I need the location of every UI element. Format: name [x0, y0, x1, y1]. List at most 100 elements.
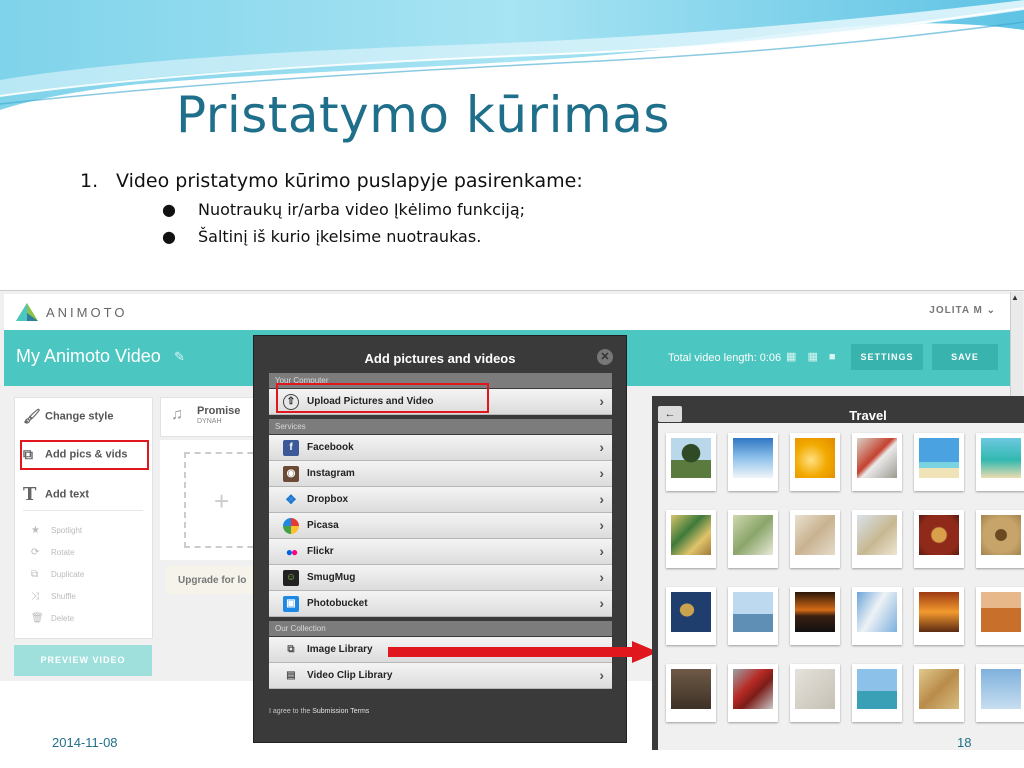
- thumb-sea-sunset[interactable]: [914, 587, 964, 645]
- thumb-desert[interactable]: [976, 587, 1024, 645]
- spotlight-button[interactable]: ★ Spotlight: [31, 525, 82, 536]
- user-menu[interactable]: JOLITA M ⌄: [929, 305, 996, 316]
- footer-date: 2014-11-08: [52, 735, 118, 750]
- chevron-right-icon: ›: [599, 543, 604, 559]
- thumb-sails[interactable]: [852, 587, 902, 645]
- rotate-icon: ⟳: [31, 547, 40, 558]
- video-clip-library-row[interactable]: ▤ Video Clip Library ›: [269, 663, 612, 689]
- service-row-instagram[interactable]: ◉ Instagram ›: [269, 461, 612, 487]
- bullet-dot-icon: ●: [162, 200, 176, 219]
- thumb-plane-sunset[interactable]: [790, 433, 840, 491]
- thumb-red-train[interactable]: [728, 664, 778, 722]
- service-row-flickr[interactable]: ●● Flickr ›: [269, 539, 612, 565]
- thumb-sailboat[interactable]: [728, 587, 778, 645]
- section-services: Services: [269, 419, 612, 434]
- instagram-icon: ◉: [283, 466, 299, 482]
- smugmug-icon: ☺: [283, 570, 299, 586]
- dropbox-icon: ❖: [285, 492, 297, 507]
- star-icon: ★: [31, 525, 40, 536]
- video-title[interactable]: My Animoto Video: [16, 346, 161, 367]
- trash-icon: 🗑: [31, 613, 44, 624]
- red-arrow-icon: [388, 641, 658, 663]
- chevron-right-icon: ›: [599, 393, 604, 409]
- animoto-logo-text: ANIMOTO: [46, 305, 128, 320]
- thumb-compass[interactable]: [976, 510, 1024, 568]
- thumb-ornate[interactable]: [914, 510, 964, 568]
- thumb-old-map[interactable]: [914, 664, 964, 722]
- service-row-smugmug[interactable]: ☺ SmugMug ›: [269, 565, 612, 591]
- chevron-right-icon: ›: [599, 569, 604, 585]
- thumb-airplane-map[interactable]: [790, 664, 840, 722]
- chevron-right-icon: ›: [599, 491, 604, 507]
- divider: [23, 510, 143, 511]
- sub-bullet-text: Nuotraukų ir/arba video Įkėlimo funkciją…: [198, 200, 526, 219]
- chevron-right-icon: ›: [599, 439, 604, 455]
- change-style-button[interactable]: 🖌 Change style: [23, 408, 113, 425]
- thumb-world-map[interactable]: [666, 587, 716, 645]
- thumb-road-sunset[interactable]: [790, 587, 840, 645]
- travel-title: Travel: [849, 408, 887, 423]
- settings-button[interactable]: SETTINGS: [851, 344, 923, 370]
- add-text-button[interactable]: T Add text: [23, 484, 89, 505]
- thumb-tree[interactable]: [666, 433, 716, 491]
- rotate-button[interactable]: ⟳ Rotate: [31, 547, 75, 558]
- sub-bullet: ● Šaltinį iš kurio įkelsime nuotraukas.: [162, 227, 481, 246]
- upgrade-banner[interactable]: Upgrade for lo: [166, 566, 258, 594]
- shuffle-button[interactable]: ⤨ Shuffle: [31, 591, 76, 602]
- bullet-dot-icon: ●: [162, 227, 176, 246]
- submission-terms-link[interactable]: Submission Terms: [312, 708, 369, 715]
- picasa-icon: [283, 518, 299, 534]
- add-pics-highlight-box: [20, 440, 149, 470]
- video-length: Total video length: 0:06: [668, 352, 782, 364]
- item-text: Video pristatymo kūrimo puslapyje pasire…: [116, 170, 583, 192]
- animoto-logo-icon: [16, 303, 38, 321]
- thumb-lagoon[interactable]: [976, 433, 1024, 491]
- chevron-right-icon: ›: [599, 517, 604, 533]
- service-row-dropbox[interactable]: ❖ Dropbox ›: [269, 487, 612, 513]
- sub-bullet: ● Nuotraukų ir/arba video Įkėlimo funkcij…: [162, 200, 525, 219]
- thumb-map-rings[interactable]: [852, 510, 902, 568]
- thumb-train-station[interactable]: [852, 433, 902, 491]
- section-our-collection: Our Collection: [269, 621, 612, 636]
- song-name: Promise: [197, 405, 241, 417]
- save-button[interactable]: SAVE: [932, 344, 998, 370]
- slide-title: Pristatymo kūrimas: [176, 86, 670, 144]
- thumb-map-pin[interactable]: [728, 510, 778, 568]
- view-toggle-icons[interactable]: ▦ ▦ ■: [786, 350, 840, 363]
- flickr-icon: ●●: [285, 545, 299, 559]
- service-row-facebook[interactable]: f Facebook ›: [269, 435, 612, 461]
- travel-image-grid: [658, 423, 1024, 750]
- song-card[interactable]: ♫ Promise DYNAH: [160, 397, 254, 437]
- item-number: 1.: [80, 170, 99, 192]
- thumb-map-tools[interactable]: [790, 510, 840, 568]
- terms-text: I agree to the Submission Terms: [269, 708, 370, 715]
- modal-title: Add pictures and videos: [364, 351, 516, 366]
- brush-icon: 🖌: [23, 408, 41, 424]
- close-icon[interactable]: ✕: [597, 349, 613, 365]
- preview-video-button[interactable]: PREVIEW VIDEO: [14, 645, 152, 676]
- chevron-right-icon: ›: [599, 465, 604, 481]
- pencil-icon[interactable]: ✎: [174, 349, 185, 365]
- thumb-palm-beach[interactable]: [914, 433, 964, 491]
- left-tool-panel: 🖌 Change style ⧉ Add pics & vids T Add text…: [14, 397, 153, 639]
- service-row-picasa[interactable]: Picasa ›: [269, 513, 612, 539]
- chevron-right-icon: ›: [599, 595, 604, 611]
- thumb-seagull[interactable]: [976, 664, 1024, 722]
- user-name: JOLITA M: [929, 305, 983, 316]
- photobucket-icon: ▣: [283, 596, 299, 612]
- facebook-icon: f: [283, 440, 299, 456]
- delete-button[interactable]: 🗑 Delete: [31, 613, 74, 624]
- thumb-map-car[interactable]: [666, 510, 716, 568]
- duplicate-button[interactable]: ⧉ Duplicate: [31, 569, 84, 580]
- animoto-topbar: ANIMOTO JOLITA M ⌄: [4, 294, 1010, 331]
- service-row-photobucket[interactable]: ▣ Photobucket ›: [269, 591, 612, 617]
- scroll-up-icon[interactable]: ▲: [1011, 293, 1019, 302]
- thumb-resort[interactable]: [852, 664, 902, 722]
- chevron-right-icon: ›: [599, 667, 604, 683]
- thumb-road[interactable]: [666, 664, 716, 722]
- numbered-item: 1. Video pristatymo kūrimo puslapyje pasi…: [80, 170, 583, 192]
- upgrade-text: Upgrade for lo: [178, 575, 247, 586]
- footer-page-number: 18: [957, 735, 972, 750]
- thumb-clouds[interactable]: [728, 433, 778, 491]
- duplicate-icon: ⧉: [31, 569, 39, 580]
